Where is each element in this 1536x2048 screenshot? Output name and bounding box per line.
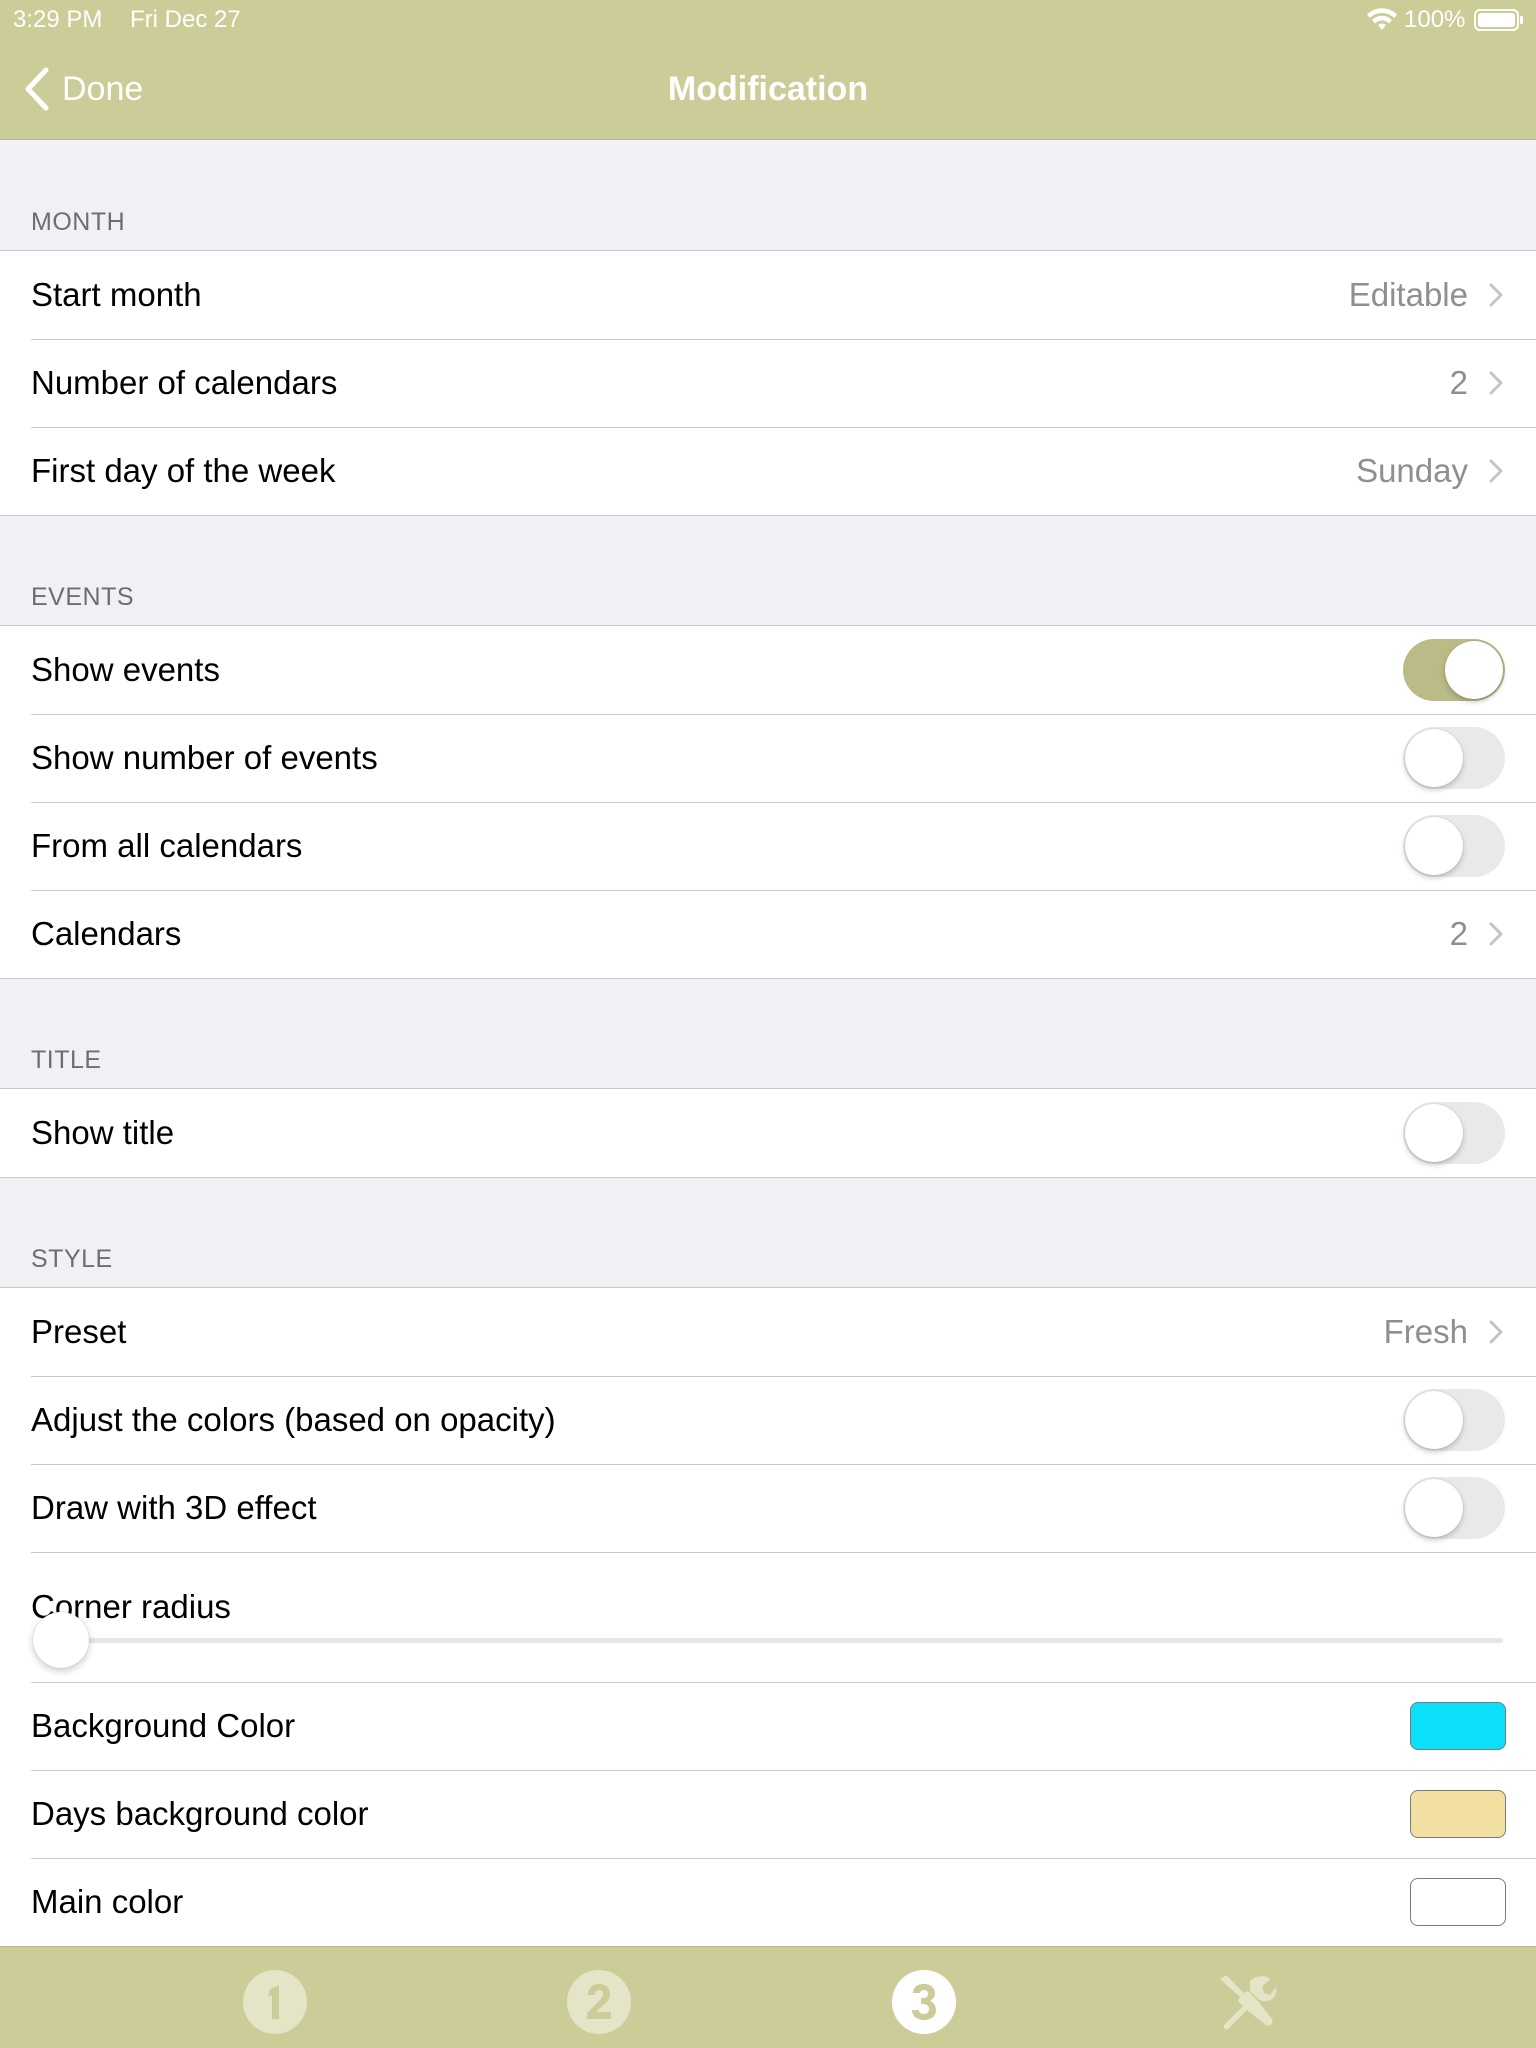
status-date: Fri Dec 27	[130, 6, 241, 33]
chevron-right-icon	[1489, 459, 1503, 483]
section-header-month: MONTH	[31, 208, 126, 236]
number-one-icon	[243, 1970, 307, 2034]
toggle-knob	[1405, 817, 1463, 875]
section-header-events: EVENTS	[31, 583, 135, 611]
draw-3d-effect-toggle[interactable]	[1403, 1477, 1505, 1539]
status-time: 3:29 PM	[13, 6, 103, 33]
background-color-swatch[interactable]	[1410, 1702, 1506, 1750]
toggle-knob	[1405, 1479, 1463, 1537]
tab-tools[interactable]	[1212, 1969, 1278, 2035]
toggle-knob	[1405, 729, 1463, 787]
tools-icon	[1220, 1975, 1277, 2030]
row-label: Show events	[31, 651, 220, 688]
adjust-colors-row: Adjust the colors (based on opacity)	[0, 1376, 1536, 1464]
days-background-color-row[interactable]: Days background color	[0, 1770, 1536, 1858]
toggle-knob	[1405, 1391, 1463, 1449]
preset-row[interactable]: Preset Fresh	[0, 1288, 1536, 1376]
battery-icon	[1474, 9, 1523, 31]
style-group: Preset Fresh Adjust the colors (based on…	[0, 1287, 1536, 1947]
number-three-icon	[892, 1970, 956, 2034]
row-label: Days background color	[31, 1795, 369, 1832]
row-label: Number of calendars	[31, 364, 338, 401]
main-color-row[interactable]: Main color	[0, 1858, 1536, 1946]
number-of-calendars-row[interactable]: Number of calendars 2	[0, 339, 1536, 427]
from-all-calendars-row: From all calendars	[0, 802, 1536, 890]
chevron-right-icon	[1489, 922, 1503, 946]
row-label: Adjust the colors (based on opacity)	[31, 1401, 556, 1438]
tab-one[interactable]	[242, 1969, 308, 2035]
row-value: 2	[1449, 915, 1468, 952]
row-label: Preset	[31, 1313, 127, 1350]
month-group: Start month Editable Number of calendars…	[0, 250, 1536, 516]
corner-radius-row: Corner radius	[0, 1552, 1536, 1682]
start-month-row[interactable]: Start month Editable	[0, 251, 1536, 339]
navigation-bar: Done Modification	[0, 38, 1536, 140]
show-number-of-events-toggle[interactable]	[1403, 727, 1505, 789]
from-all-calendars-toggle[interactable]	[1403, 815, 1505, 877]
row-value: Sunday	[1356, 452, 1468, 489]
row-value: Editable	[1348, 276, 1468, 313]
row-label: First day of the week	[31, 452, 336, 489]
number-two-icon	[567, 1970, 631, 2034]
wifi-icon	[1367, 8, 1397, 30]
row-value: Fresh	[1383, 1313, 1468, 1350]
row-label: Draw with 3D effect	[31, 1489, 317, 1526]
events-group: Show events Show number of events From a…	[0, 625, 1536, 979]
show-events-toggle[interactable]	[1403, 639, 1505, 701]
corner-radius-slider-track[interactable]	[60, 1638, 1503, 1643]
page-title: Modification	[667, 70, 869, 108]
title-group: Show title	[0, 1088, 1536, 1178]
draw-3d-effect-row: Draw with 3D effect	[0, 1464, 1536, 1552]
row-value: 2	[1449, 364, 1468, 401]
row-label: From all calendars	[31, 827, 303, 864]
row-label: Main color	[31, 1883, 184, 1920]
chevron-right-icon	[1489, 1320, 1503, 1344]
row-label: Background Color	[31, 1707, 296, 1744]
tab-two[interactable]	[566, 1969, 632, 2035]
background-color-row[interactable]: Background Color	[0, 1682, 1536, 1770]
chevron-right-icon	[1489, 371, 1503, 395]
row-label: Start month	[31, 276, 202, 313]
show-events-row: Show events	[0, 626, 1536, 714]
show-title-row: Show title	[0, 1089, 1536, 1177]
corner-radius-slider-thumb[interactable]	[33, 1612, 89, 1668]
section-header-style: STYLE	[31, 1245, 113, 1273]
main-color-swatch[interactable]	[1410, 1878, 1506, 1926]
calendars-row[interactable]: Calendars 2	[0, 890, 1536, 978]
toggle-knob	[1445, 641, 1503, 699]
battery-percent: 100%	[1404, 6, 1466, 33]
section-header-title: TITLE	[31, 1046, 102, 1074]
show-title-toggle[interactable]	[1403, 1102, 1505, 1164]
chevron-right-icon	[1489, 283, 1503, 307]
status-bar: 3:29 PM Fri Dec 27 100%	[0, 0, 1536, 38]
row-label: Show title	[31, 1114, 175, 1151]
row-label: Calendars	[31, 915, 182, 952]
days-background-color-swatch[interactable]	[1410, 1790, 1506, 1838]
first-day-of-week-row[interactable]: First day of the week Sunday	[0, 427, 1536, 515]
adjust-colors-toggle[interactable]	[1403, 1389, 1505, 1451]
row-label: Show number of events	[31, 739, 378, 776]
show-number-of-events-row: Show number of events	[0, 714, 1536, 802]
toggle-knob	[1405, 1104, 1463, 1162]
tab-bar	[0, 1946, 1536, 2048]
tab-three[interactable]	[891, 1969, 957, 2035]
